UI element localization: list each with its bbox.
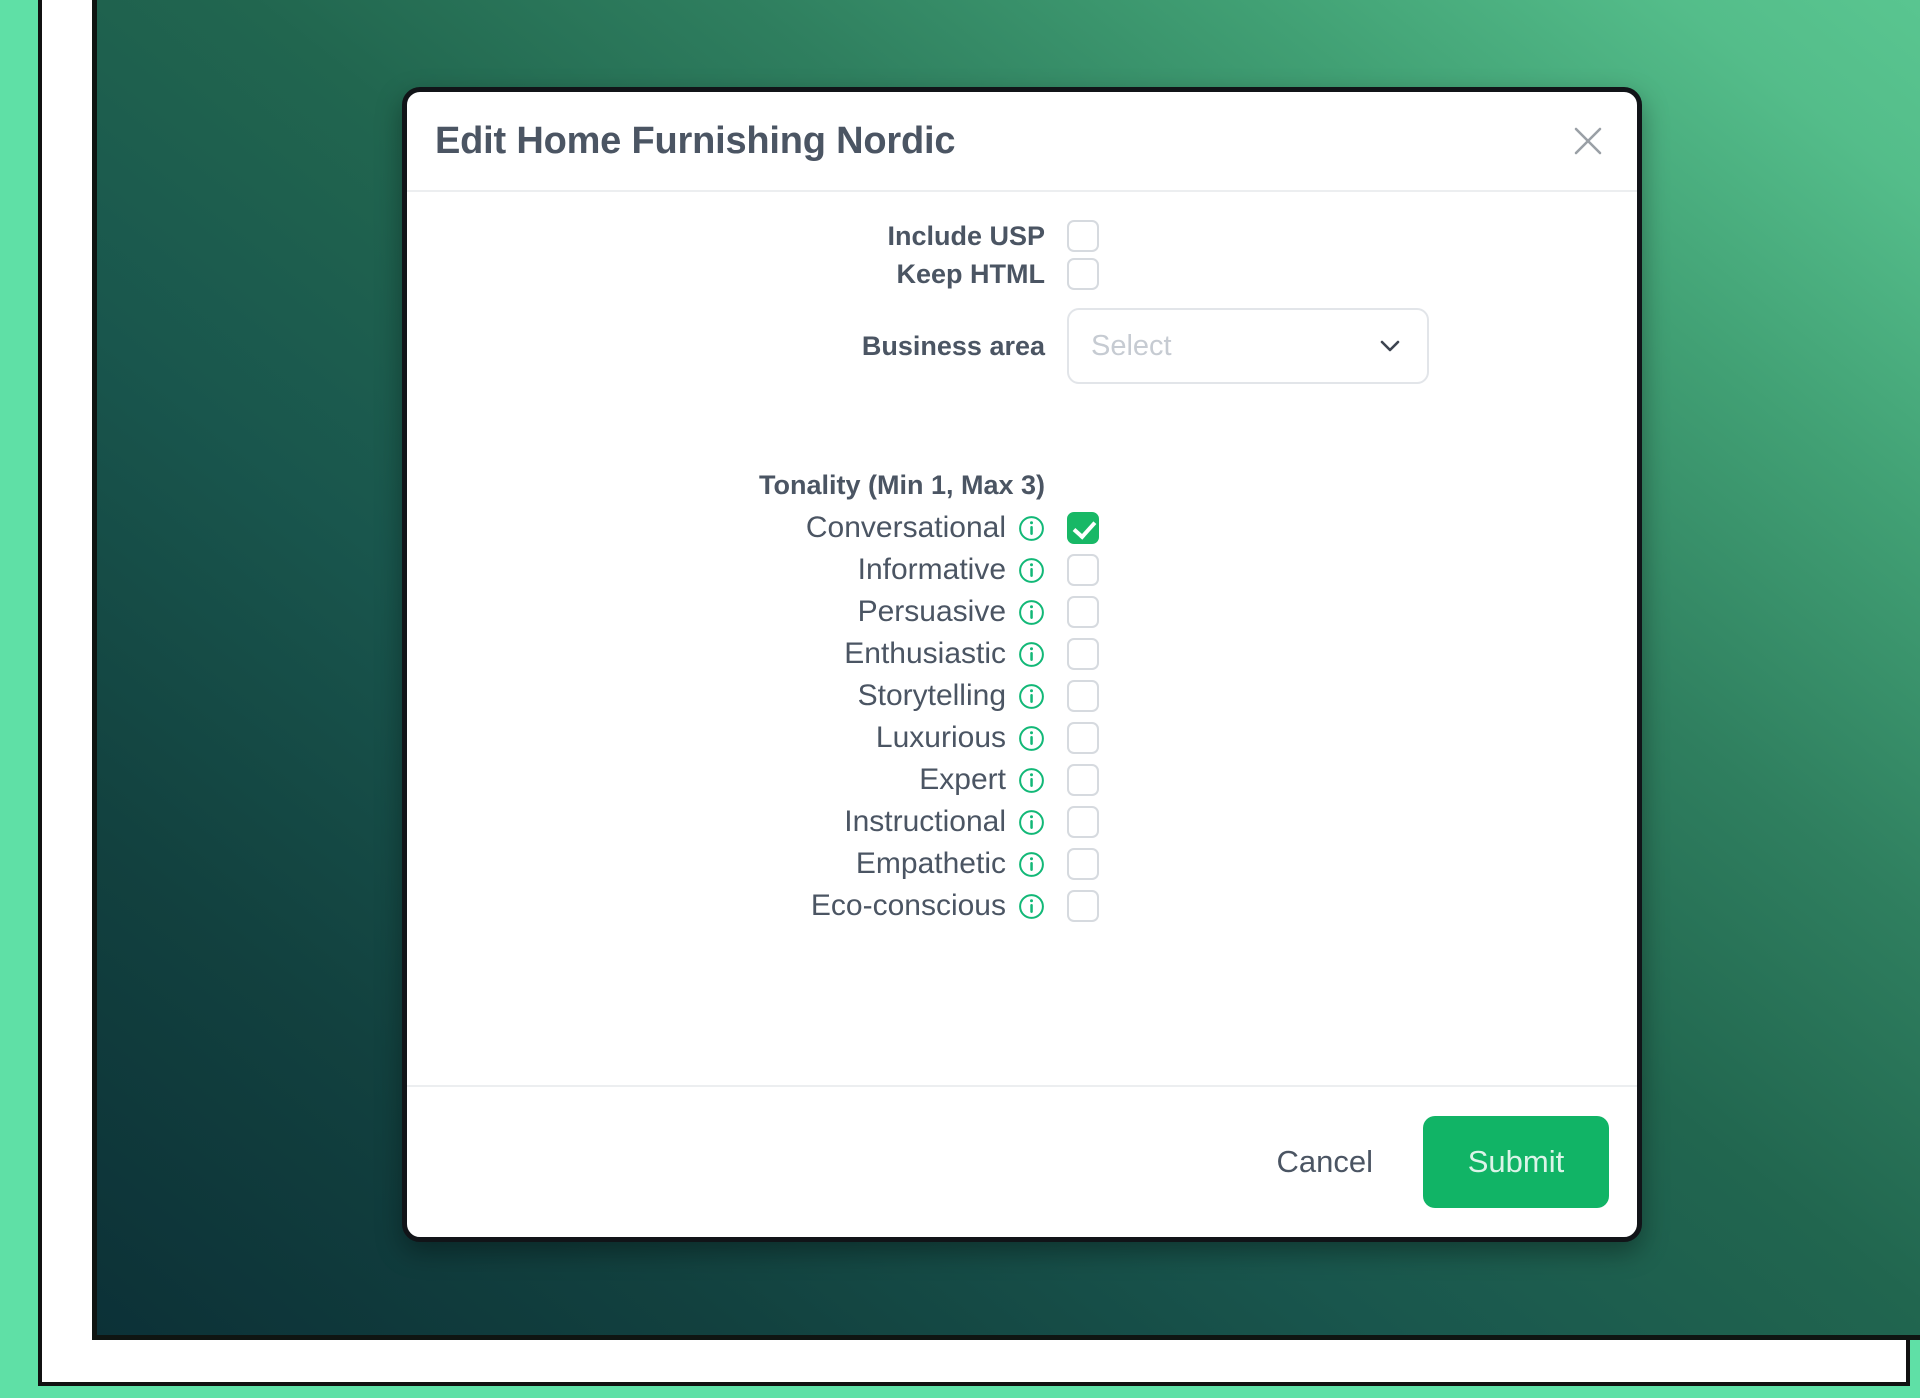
include-usp-checkbox[interactable] [1067,220,1099,252]
tonality-row: Persuasive [407,591,1637,633]
tonality-checkbox[interactable] [1067,764,1099,796]
tonality-label: Eco-conscious [810,889,1006,922]
tonality-label-group: Instructional [407,805,1067,839]
business-area-select[interactable]: Select [1067,308,1429,384]
tonality-label-group: Enthusiastic [407,637,1067,671]
info-icon[interactable] [1018,599,1045,626]
tonality-label-group: Informative [407,553,1067,587]
info-icon[interactable] [1018,809,1045,836]
tonality-row: Expert [407,759,1637,801]
keep-html-label: Keep HTML [896,258,1046,289]
field-keep-html: Keep HTML [407,258,1637,290]
tonality-list: Conversational Informative Persuasive Enthu… [407,507,1637,927]
tonality-checkbox[interactable] [1067,512,1099,544]
chevron-down-icon [1375,331,1405,361]
field-include-usp: Include USP [407,220,1637,252]
tonality-checkbox[interactable] [1067,596,1099,628]
tonality-label: Empathetic [855,847,1006,880]
dialog-header: Edit Home Furnishing Nordic [407,92,1637,192]
info-icon[interactable] [1018,515,1045,542]
edit-dialog: Edit Home Furnishing Nordic Include USP [402,87,1642,1242]
tonality-checkbox[interactable] [1067,890,1099,922]
business-area-placeholder: Select [1091,329,1172,362]
tonality-checkbox[interactable] [1067,848,1099,880]
field-business-area: Business area Select [407,308,1637,384]
info-icon[interactable] [1018,893,1045,920]
tonality-label-group: Luxurious [407,721,1067,755]
tonality-checkbox[interactable] [1067,722,1099,754]
tonality-row: Storytelling [407,675,1637,717]
tonality-label-group: Empathetic [407,847,1067,881]
close-icon[interactable] [1567,120,1609,162]
tonality-row: Enthusiastic [407,633,1637,675]
page-viewport: Edit Home Furnishing Nordic Include USP [92,0,1920,1340]
dialog-footer: Cancel Submit [407,1087,1637,1237]
info-icon[interactable] [1018,683,1045,710]
tonality-label-group: Conversational [407,511,1067,545]
tonality-row: Eco-conscious [407,885,1637,927]
tonality-label-group: Storytelling [407,679,1067,713]
business-area-label: Business area [861,330,1045,361]
tonality-checkbox[interactable] [1067,680,1099,712]
tonality-checkbox[interactable] [1067,806,1099,838]
tonality-row: Conversational [407,507,1637,549]
tonality-row: Empathetic [407,843,1637,885]
tonality-label: Storytelling [857,679,1006,712]
tonality-label-group: Eco-conscious [407,889,1067,923]
info-icon[interactable] [1018,641,1045,668]
tonality-label: Persuasive [857,595,1006,628]
tonality-label-group: Persuasive [407,595,1067,629]
info-icon[interactable] [1018,557,1045,584]
tonality-row: Luxurious [407,717,1637,759]
tonality-label: Informative [857,553,1006,586]
submit-button[interactable]: Submit [1423,1116,1609,1208]
info-icon[interactable] [1018,725,1045,752]
info-icon[interactable] [1018,851,1045,878]
include-usp-label: Include USP [887,220,1045,251]
dialog-body: Include USP Keep HTML Business area Sele… [407,192,1637,1087]
cancel-button[interactable]: Cancel [1251,1130,1400,1194]
tonality-label: Luxurious [875,721,1006,754]
tonality-label-group: Expert [407,763,1067,797]
tonality-label: Expert [919,763,1006,796]
tonality-checkbox[interactable] [1067,638,1099,670]
tonality-label: Instructional [844,805,1006,838]
tonality-heading: Tonality (Min 1, Max 3) [758,470,1045,500]
tonality-row: Informative [407,549,1637,591]
keep-html-checkbox[interactable] [1067,258,1099,290]
tonality-label: Enthusiastic [844,637,1006,670]
screen-background: Edit Home Furnishing Nordic Include USP [0,0,1920,1398]
info-icon[interactable] [1018,767,1045,794]
tonality-row: Instructional [407,801,1637,843]
browser-window-frame: Edit Home Furnishing Nordic Include USP [38,0,1920,1386]
tonality-label: Conversational [805,511,1006,544]
tonality-checkbox[interactable] [1067,554,1099,586]
page-title: Edit Home Furnishing Nordic [435,119,956,162]
